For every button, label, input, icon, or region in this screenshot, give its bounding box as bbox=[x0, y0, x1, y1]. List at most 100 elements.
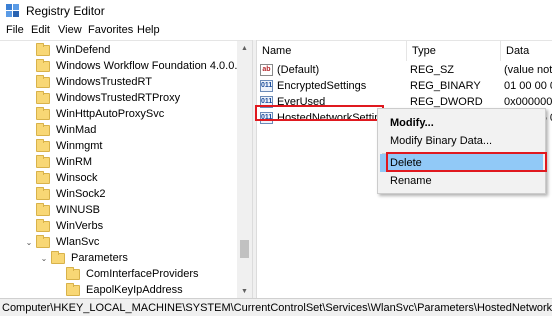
delete-highlight-box bbox=[386, 152, 547, 172]
folder-icon bbox=[36, 122, 50, 136]
tree-item-label: EapolKeyIpAddress bbox=[86, 284, 183, 296]
value-name-text: EncryptedSettings bbox=[277, 80, 367, 92]
folder-icon bbox=[36, 106, 50, 120]
tree-item[interactable]: WinRM bbox=[24, 154, 94, 170]
scroll-up-arrow-icon[interactable]: ▲ bbox=[237, 41, 252, 55]
folder-icon bbox=[36, 234, 50, 248]
context-menu: Modify... Modify Binary Data... Delete R… bbox=[377, 108, 546, 194]
registry-editor-window: Registry Editor File Edit View Favorites… bbox=[0, 0, 552, 316]
menu-favorites[interactable]: Favorites bbox=[85, 24, 136, 36]
tree-item-label: Winmgmt bbox=[56, 140, 103, 152]
folder-icon bbox=[51, 250, 65, 264]
chevron-down-icon[interactable]: ⌄ bbox=[39, 250, 49, 266]
tree-item[interactable]: WindowsTrustedRTProxy bbox=[24, 90, 182, 106]
folder-icon bbox=[36, 202, 50, 216]
status-bar-path: Computer\HKEY_LOCAL_MACHINE\SYSTEM\Curre… bbox=[0, 298, 552, 316]
folder-icon bbox=[66, 282, 80, 296]
scroll-down-arrow-icon[interactable]: ▼ bbox=[237, 284, 252, 298]
menu-edit[interactable]: Edit bbox=[28, 24, 53, 36]
binary-value-icon: 011 bbox=[260, 80, 273, 92]
tree-item[interactable]: WindowsTrustedRT bbox=[24, 74, 154, 90]
folder-icon bbox=[36, 154, 50, 168]
tree-item[interactable]: Winmgmt bbox=[24, 138, 104, 154]
folder-icon bbox=[36, 42, 50, 56]
tree-item[interactable]: WinMad bbox=[24, 122, 98, 138]
tree-item[interactable]: EapolKeyIpAddress bbox=[54, 282, 185, 298]
folder-icon bbox=[36, 74, 50, 88]
tree-item[interactable]: WinHttpAutoProxySvc bbox=[24, 106, 166, 122]
tree-scrollbar[interactable] bbox=[237, 41, 252, 298]
value-type: REG_BINARY bbox=[410, 80, 481, 92]
tree-item[interactable]: WINUSB bbox=[24, 202, 102, 218]
tree-item[interactable]: WinDefend bbox=[24, 42, 112, 58]
tree-item[interactable]: Windows Workflow Foundation 4.0.0.0 bbox=[24, 58, 246, 74]
value-data: (value not se bbox=[504, 64, 552, 76]
string-value-icon: ab bbox=[260, 64, 273, 76]
value-name: ab (Default) bbox=[260, 62, 319, 78]
tree-scroll-thumb[interactable] bbox=[240, 240, 249, 258]
tree-item[interactable]: ⌄ Parameters bbox=[39, 250, 130, 266]
value-type: REG_SZ bbox=[410, 64, 455, 76]
tree-item-label: Windows Workflow Foundation 4.0.0.0 bbox=[56, 60, 244, 72]
value-name-text: (Default) bbox=[277, 64, 320, 76]
menu-view[interactable]: View bbox=[55, 24, 85, 36]
window-title: Registry Editor bbox=[26, 4, 105, 18]
menu-help[interactable]: Help bbox=[134, 24, 163, 36]
tree-item-label: WinMad bbox=[56, 124, 97, 136]
value-row[interactable]: 011 EncryptedSettings REG_BINARY 01 00 00 0… bbox=[257, 78, 552, 94]
context-menu-rename[interactable]: Rename bbox=[390, 173, 432, 189]
column-header-data[interactable]: Data bbox=[501, 41, 552, 61]
title-bar: Registry Editor bbox=[0, 0, 552, 22]
value-row[interactable]: ab (Default) REG_SZ (value not se bbox=[257, 62, 552, 78]
chevron-down-icon[interactable]: ⌄ bbox=[24, 234, 34, 250]
tree-item-label: WinRM bbox=[56, 156, 93, 168]
tree-item-label: Parameters bbox=[71, 252, 128, 264]
tree-item[interactable]: ⌄ WlanSvc bbox=[24, 234, 101, 250]
folder-icon bbox=[66, 266, 80, 280]
context-menu-modify[interactable]: Modify... bbox=[390, 115, 434, 131]
tree-item-label: WinVerbs bbox=[56, 220, 104, 232]
menu-bar: File Edit View Favorites Help bbox=[0, 22, 552, 40]
value-highlight-box bbox=[255, 105, 384, 121]
value-name: 011 EncryptedSettings bbox=[260, 78, 366, 94]
tree-item-label: WinSock2 bbox=[56, 188, 106, 200]
tree-item-label: ComInterfaceProviders bbox=[86, 268, 199, 280]
tree-item[interactable]: WinVerbs bbox=[24, 218, 105, 234]
value-data: 01 00 00 00 bbox=[504, 80, 552, 92]
column-header-type[interactable]: Type bbox=[407, 41, 501, 61]
tree-item[interactable]: WinSock2 bbox=[24, 186, 108, 202]
tree-item-label: Winsock bbox=[56, 172, 98, 184]
menu-file[interactable]: File bbox=[3, 24, 27, 36]
tree-item-label: WindowsTrustedRTProxy bbox=[56, 92, 181, 104]
registry-editor-icon bbox=[6, 4, 19, 17]
folder-icon bbox=[36, 58, 50, 72]
tree-item-label: WinHttpAutoProxySvc bbox=[56, 108, 165, 120]
folder-icon bbox=[36, 90, 50, 104]
tree-item-label: WINUSB bbox=[56, 204, 100, 216]
folder-icon bbox=[36, 186, 50, 200]
tree-item-label: WinDefend bbox=[56, 44, 111, 56]
folder-icon bbox=[36, 170, 50, 184]
column-header-name[interactable]: Name bbox=[257, 41, 407, 61]
folder-icon bbox=[36, 138, 50, 152]
folder-icon bbox=[36, 218, 50, 232]
tree-item-label: WlanSvc bbox=[56, 236, 100, 248]
key-tree: WinDefend Windows Workflow Foundation 4.0… bbox=[0, 40, 252, 298]
tree-item[interactable]: ComInterfaceProviders bbox=[54, 266, 201, 282]
tree-item[interactable]: Winsock bbox=[24, 170, 100, 186]
context-menu-modify-binary[interactable]: Modify Binary Data... bbox=[390, 133, 492, 149]
